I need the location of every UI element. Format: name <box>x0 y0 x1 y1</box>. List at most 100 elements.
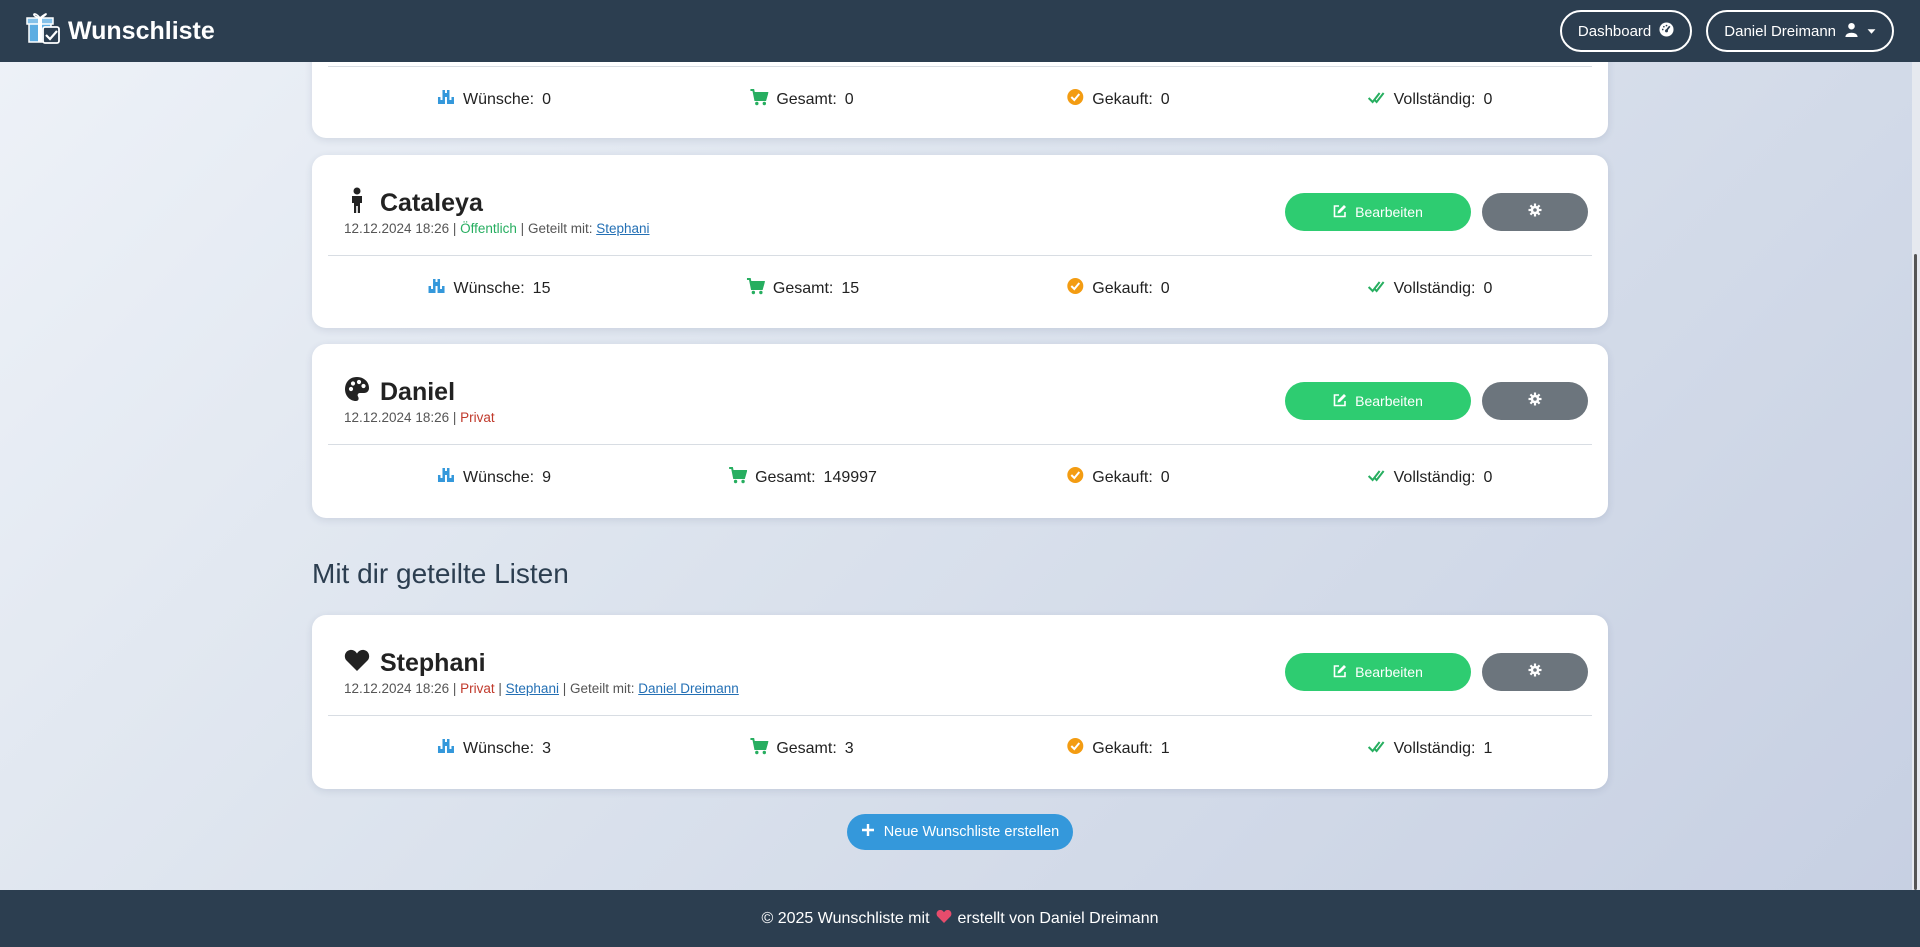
plus-icon <box>861 823 875 841</box>
stat-total-value: 3 <box>844 739 854 757</box>
stat-total-label: Gesamt: <box>772 279 834 297</box>
stat-wishes-value: 9 <box>542 468 552 486</box>
user-menu-button[interactable]: Daniel Dreimann <box>1706 10 1894 52</box>
card-title[interactable]: Daniel <box>344 376 455 409</box>
card-divider <box>328 444 1592 445</box>
brand[interactable]: Wunschliste <box>26 10 215 53</box>
stat-total-label: Gesamt: <box>755 468 816 486</box>
stat-wishes: Wünsche: 0 <box>437 88 551 111</box>
stat-wishes-label: Wünsche: <box>462 468 535 486</box>
boxes-icon <box>437 88 455 111</box>
stat-total: Gesamt: 149997 <box>729 466 877 489</box>
main-content: Wünsche: 0 Gesamt: 0 Gekauft: 0 Vollstän… <box>0 62 1920 890</box>
stat-wishes: Wünsche: 3 <box>437 737 551 760</box>
card-stats: Wünsche: 15 Gesamt: 15 Gekauft: 0 Vollst… <box>312 267 1608 307</box>
edit-button[interactable]: Bearbeiten <box>1285 382 1471 420</box>
stat-total-value: 149997 <box>823 468 877 486</box>
card-title[interactable]: Stephani <box>344 647 486 680</box>
stat-wishes: Wünsche: 9 <box>437 466 551 489</box>
check-circle-icon <box>1066 466 1084 489</box>
card-date: 12.12.2024 18:26 <box>344 221 450 236</box>
stat-complete-label: Vollständig: <box>1393 279 1476 297</box>
child-icon <box>344 187 370 220</box>
card-stats: Wünsche: 0 Gesamt: 0 Gekauft: 0 Vollstän… <box>312 78 1608 118</box>
shared-user-link[interactable]: Stephani <box>596 221 649 236</box>
card-meta: 12.12.2024 18:26 | Öffentlich | Geteilt … <box>344 221 650 236</box>
shared-user-link[interactable]: Daniel Dreimann <box>638 681 739 696</box>
settings-button[interactable] <box>1482 382 1588 420</box>
navbar: Wunschliste Dashboard Daniel Dreimann <box>0 0 1920 62</box>
stat-complete-value: 0 <box>1483 468 1493 486</box>
card-title[interactable]: Cataleya <box>344 187 483 220</box>
stat-bought-label: Gekauft: <box>1092 468 1153 486</box>
stat-complete: Vollständig: 1 <box>1367 737 1492 760</box>
wishlist-card-cataleya: Cataleya 12.12.2024 18:26 | Öffentlich |… <box>312 155 1608 328</box>
edit-button[interactable]: Bearbeiten <box>1285 653 1471 691</box>
stat-wishes-value: 15 <box>532 279 551 297</box>
gear-icon <box>1528 663 1542 682</box>
cart-icon <box>729 466 748 489</box>
stat-wishes-value: 3 <box>542 739 552 757</box>
user-icon <box>1844 22 1859 41</box>
edit-icon <box>1333 664 1347 681</box>
stat-bought-label: Gekauft: <box>1092 739 1153 757</box>
edit-button[interactable]: Bearbeiten <box>1285 193 1471 231</box>
card-stats: Wünsche: 9 Gesamt: 149997 Gekauft: 0 Vol… <box>312 456 1608 496</box>
stat-bought-label: Gekauft: <box>1092 279 1153 297</box>
stat-complete-label: Vollständig: <box>1393 468 1476 486</box>
card-date: 12.12.2024 18:26 <box>344 410 450 425</box>
shared-lists-heading: Mit dir geteilte Listen <box>312 558 569 589</box>
edit-label: Bearbeiten <box>1355 393 1423 409</box>
stat-total-label: Gesamt: <box>776 739 837 757</box>
card-title-text: Daniel <box>380 378 456 406</box>
edit-label: Bearbeiten <box>1355 204 1423 220</box>
stat-wishes: Wünsche: 15 <box>428 277 551 300</box>
gift-logo-icon <box>26 10 62 53</box>
settings-button[interactable] <box>1482 653 1588 691</box>
wishlist-card-stephani: Stephani 12.12.2024 18:26 | Privat | Ste… <box>312 615 1608 789</box>
boxes-icon <box>437 737 455 760</box>
stat-bought-value: 0 <box>1160 90 1170 108</box>
card-divider <box>328 66 1592 67</box>
footer-suffix: erstellt von Daniel Dreimann <box>957 909 1159 927</box>
owner-link[interactable]: Stephani <box>506 681 559 696</box>
double-check-icon <box>1367 737 1386 760</box>
stat-complete-value: 0 <box>1483 90 1493 108</box>
cart-icon <box>750 88 769 111</box>
stat-total-value: 15 <box>841 279 860 297</box>
stat-wishes-label: Wünsche: <box>462 739 535 757</box>
stat-complete: Vollständig: 0 <box>1367 88 1493 111</box>
wishlist-card-daniel: Daniel 12.12.2024 18:26 | Privat Bearbei… <box>312 344 1608 518</box>
card-date: 12.12.2024 18:26 <box>344 681 450 696</box>
stat-total: Gesamt: 15 <box>746 277 860 300</box>
footer: © 2025 Wunschliste mit erstellt von Dani… <box>0 890 1920 947</box>
stat-bought: Gekauft: 0 <box>1066 466 1170 489</box>
stat-bought-value: 0 <box>1160 279 1170 297</box>
cart-icon <box>746 277 766 300</box>
card-title-text: Cataleya <box>380 189 483 217</box>
heart-icon <box>936 908 952 929</box>
footer-prefix: © 2025 Wunschliste mit <box>761 909 930 927</box>
cart-icon <box>750 737 769 760</box>
dashboard-button[interactable]: Dashboard <box>1559 10 1693 52</box>
stat-complete-value: 0 <box>1483 279 1493 297</box>
wishlist-card-top: Wünsche: 0 Gesamt: 0 Gekauft: 0 Vollstän… <box>312 62 1608 138</box>
scrollbar-thumb[interactable] <box>1914 254 1917 890</box>
double-check-icon <box>1367 88 1386 111</box>
visibility-badge: Öffentlich <box>460 221 517 236</box>
page-scrollbar[interactable] <box>1912 62 1920 890</box>
card-title-text: Stephani <box>380 649 486 677</box>
stat-wishes-label: Wünsche: <box>453 279 525 297</box>
shared-with-label: Geteilt mit: <box>527 221 593 236</box>
new-wishlist-button[interactable]: Neue Wunschliste erstellen <box>847 814 1073 850</box>
settings-button[interactable] <box>1482 193 1588 231</box>
stat-bought-label: Gekauft: <box>1092 90 1153 108</box>
double-check-icon <box>1367 277 1386 300</box>
stat-total-value: 0 <box>844 90 854 108</box>
shared-with-label: Geteilt mit: <box>569 681 635 696</box>
edit-icon <box>1333 393 1347 410</box>
stat-bought: Gekauft: 1 <box>1066 737 1170 760</box>
edit-icon <box>1333 204 1347 221</box>
check-circle-icon <box>1066 277 1084 300</box>
user-name-label: Daniel Dreimann <box>1724 22 1836 40</box>
